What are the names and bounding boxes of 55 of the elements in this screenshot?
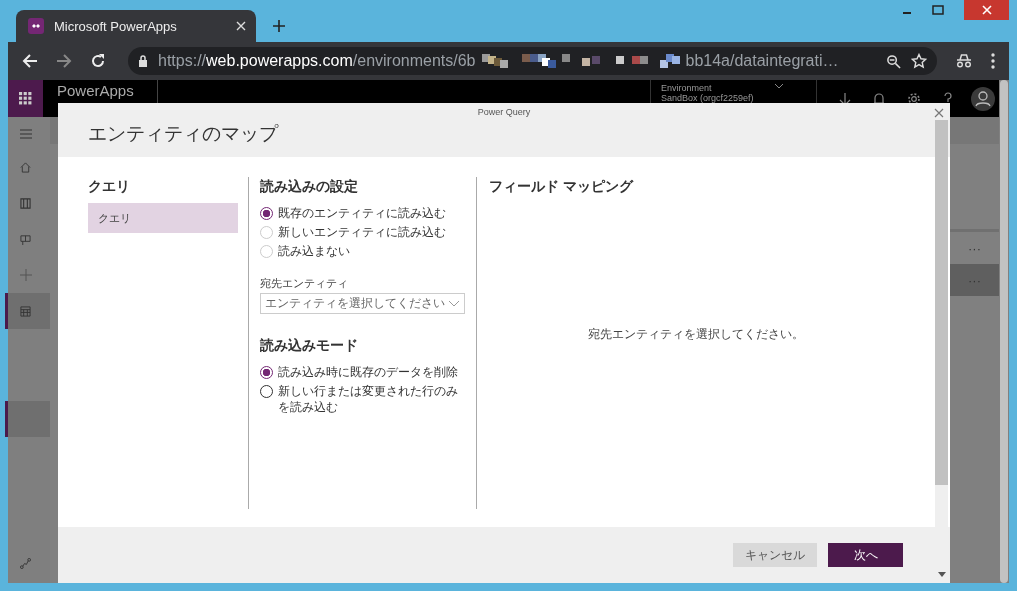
new-tab-icon[interactable] (272, 19, 286, 33)
section-heading: フィールド マッピング (489, 177, 635, 195)
incognito-icon[interactable] (955, 54, 973, 68)
app-launcher-icon (19, 92, 32, 105)
caret-icon (773, 83, 784, 89)
url-text: https://web.powerapps.com/environments/6b (158, 52, 476, 70)
nav-item[interactable] (5, 293, 50, 329)
radio-button[interactable] (260, 366, 273, 379)
url-text: bb14a/dataintegrati… (685, 52, 839, 70)
dialog-caption: Power Query (476, 106, 532, 117)
scrollbar[interactable] (999, 80, 1009, 583)
query-item[interactable]: クエリ (88, 203, 238, 233)
scroll-down-icon[interactable] (937, 572, 946, 577)
dialog-title: エンティティのマップ (88, 122, 280, 146)
settings-icon[interactable] (907, 91, 921, 106)
caret-icon (448, 300, 460, 307)
radio-option[interactable]: 読み込み時に既存のデータを削除 (260, 364, 465, 380)
app-logo-icon (28, 18, 44, 34)
flow-icon (20, 557, 31, 569)
app-launcher-button[interactable] (8, 80, 43, 117)
close-window-button[interactable] (964, 0, 1009, 20)
menu-icon[interactable] (991, 53, 995, 69)
table-icon (20, 305, 31, 317)
address-bar[interactable]: https://web.powerapps.com/environments/6b bb14a/dataintegrati… (128, 47, 937, 75)
section-heading: 読み込みモード (260, 336, 359, 354)
forward-icon[interactable] (56, 53, 72, 69)
lock-icon (138, 55, 148, 67)
zoom-icon[interactable] (886, 53, 901, 69)
section-heading: 読み込みの設定 (260, 177, 359, 195)
entity-dropdown[interactable]: エンティティを選択してください (260, 293, 465, 314)
home-icon (20, 161, 31, 173)
tab-title: Microsoft PowerApps (54, 18, 178, 34)
back-icon[interactable] (22, 53, 38, 69)
next-button[interactable]: 次へ (828, 543, 903, 567)
bell-icon[interactable] (873, 91, 885, 106)
radio-option[interactable]: 新しい行または変更された行のみを読み込む (260, 383, 465, 415)
section-heading: クエリ (88, 177, 131, 195)
close-icon (981, 5, 992, 15)
nav-item[interactable] (5, 401, 50, 437)
radio-button[interactable] (260, 207, 273, 220)
avatar-icon[interactable] (971, 86, 995, 111)
star-icon[interactable] (911, 53, 927, 69)
download-icon[interactable] (839, 91, 851, 106)
radio-option[interactable]: 既存のエンティティに読み込む (260, 205, 465, 221)
browser-tab[interactable]: Microsoft PowerApps (16, 10, 256, 42)
scrollbar-thumb[interactable] (935, 120, 948, 485)
reload-icon[interactable] (90, 53, 106, 69)
plus-icon (20, 269, 32, 281)
close-tab-icon[interactable] (236, 21, 246, 31)
cancel-button[interactable]: キャンセル (733, 543, 817, 567)
close-icon[interactable] (934, 108, 944, 118)
empty-message: 宛先エンティティを選択してください。 (588, 326, 804, 343)
maximize-icon[interactable] (932, 5, 944, 15)
field-label: 宛先エンティティ (260, 276, 349, 291)
book-icon (20, 197, 31, 209)
